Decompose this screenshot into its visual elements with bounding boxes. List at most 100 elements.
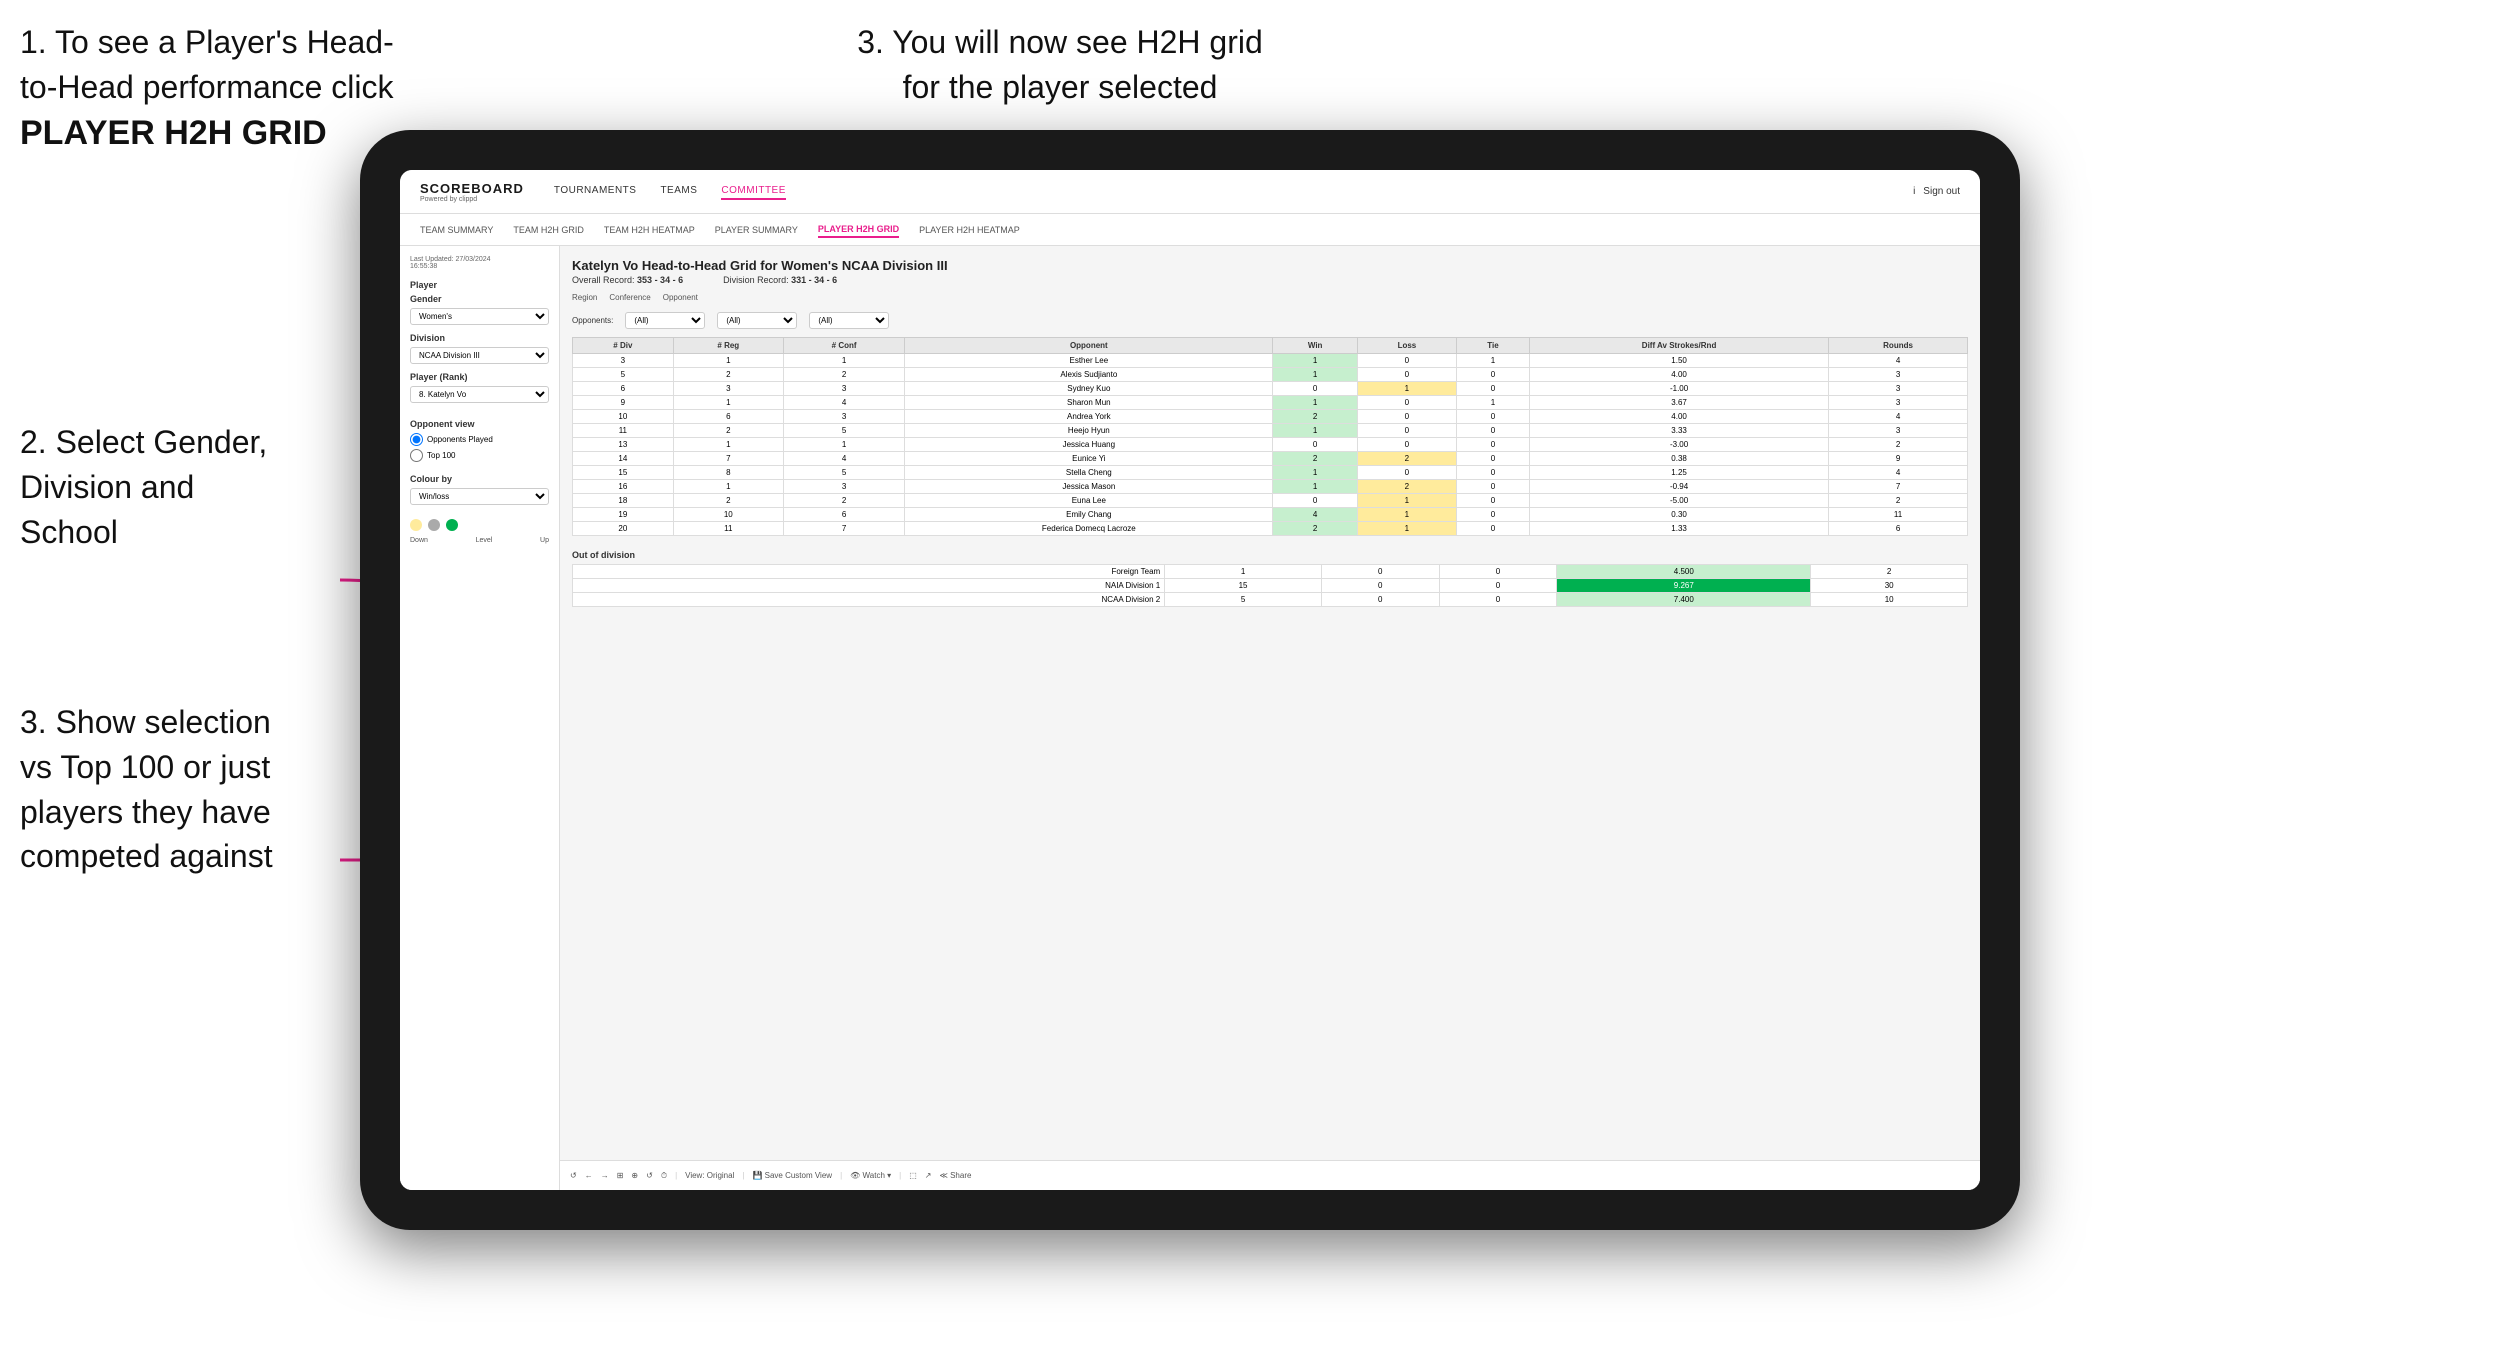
table-row: 0 xyxy=(1456,452,1529,466)
col-loss: Loss xyxy=(1357,338,1456,354)
toolbar-back[interactable]: ← xyxy=(585,1171,593,1180)
table-row: 2 xyxy=(1273,522,1357,536)
instruction-mid-left: 2. Select Gender, Division and School xyxy=(20,420,360,554)
list-item: 5 xyxy=(1165,593,1322,607)
sub-nav-team-h2h-heatmap[interactable]: TEAM H2H HEATMAP xyxy=(604,223,695,237)
table-row: 7 xyxy=(1829,480,1968,494)
toolbar-plus[interactable]: ⊕ xyxy=(631,1171,638,1180)
table-row: 19 xyxy=(573,508,674,522)
player-rank-select[interactable]: 8. Katelyn Vo xyxy=(410,386,549,403)
table-row: 0 xyxy=(1273,494,1357,508)
opponent-select[interactable]: (All) xyxy=(809,312,889,329)
sign-out-link[interactable]: Sign out xyxy=(1923,186,1960,197)
toolbar-refresh[interactable]: ↺ xyxy=(646,1171,653,1180)
toolbar-timer[interactable]: ⏱ xyxy=(661,1171,667,1181)
toolbar-save-custom[interactable]: 💾 Save Custom View xyxy=(752,1171,832,1180)
radio-top100[interactable]: Top 100 xyxy=(410,449,549,462)
table-row: 0 xyxy=(1456,438,1529,452)
division-record: Division Record: 331 - 34 - 6 xyxy=(723,275,837,285)
gender-select[interactable]: Women's Men's xyxy=(410,308,549,325)
col-div: # Div xyxy=(573,338,674,354)
nav-tournaments[interactable]: TOURNAMENTS xyxy=(554,183,637,200)
table-row: 1 xyxy=(1273,354,1357,368)
table-row: 4 xyxy=(783,396,904,410)
table-row: 1 xyxy=(673,396,783,410)
sub-nav-player-summary[interactable]: PLAYER SUMMARY xyxy=(715,223,798,237)
out-of-div-table: Foreign Team 1 0 0 4.500 2 NAIA Division… xyxy=(572,564,1968,607)
table-row: 4.00 xyxy=(1530,368,1829,382)
instruction-bot-left: 3. Show selection vs Top 100 or just pla… xyxy=(20,700,360,879)
nav-committee[interactable]: COMMITTEE xyxy=(721,183,786,200)
table-row: 0 xyxy=(1456,480,1529,494)
table-row: 3 xyxy=(1829,396,1968,410)
sub-nav-player-h2h-grid[interactable]: PLAYER H2H GRID xyxy=(818,222,899,238)
toolbar-grid[interactable]: ⊞ xyxy=(617,1171,624,1180)
table-row: 0.30 xyxy=(1530,508,1829,522)
table-row: 2 xyxy=(673,424,783,438)
table-row: 3 xyxy=(1829,382,1968,396)
division-select[interactable]: NCAA Division III NCAA Division I NCAA D… xyxy=(410,347,549,364)
table-row: 1.25 xyxy=(1530,466,1829,480)
table-row: 6 xyxy=(1829,522,1968,536)
list-item: 9.267 xyxy=(1557,579,1811,593)
toolbar-view-original[interactable]: View: Original xyxy=(685,1171,734,1180)
panel-timestamp: Last Updated: 27/03/2024 16:55:38 xyxy=(410,256,549,270)
table-row: 0 xyxy=(1273,438,1357,452)
table-row: 0 xyxy=(1456,466,1529,480)
region-filter-group: Region xyxy=(572,293,597,304)
colour-up-circle xyxy=(446,519,458,531)
list-item: 0 xyxy=(1439,565,1557,579)
toolbar-undo[interactable]: ↺ xyxy=(570,1171,577,1180)
logo-text: SCOREBOARD xyxy=(420,181,524,196)
list-item: Foreign Team xyxy=(573,565,1165,579)
table-row: 7 xyxy=(673,452,783,466)
out-of-div-label: Out of division xyxy=(572,550,1968,560)
table-row: 0 xyxy=(1357,354,1456,368)
toolbar-sep3: | xyxy=(840,1171,842,1180)
table-row: -5.00 xyxy=(1530,494,1829,508)
app-header: SCOREBOARD Powered by clippd TOURNAMENTS… xyxy=(400,170,1980,214)
toolbar-share[interactable]: ≪ Share xyxy=(939,1171,971,1180)
conference-select[interactable]: (All) xyxy=(717,312,797,329)
col-opponent: Opponent xyxy=(905,338,1273,354)
table-row: 1 xyxy=(1273,480,1357,494)
logo-sub: Powered by clippd xyxy=(420,196,524,203)
table-row: 0.38 xyxy=(1530,452,1829,466)
table-row: 0 xyxy=(1456,424,1529,438)
opponents-label: Opponents: xyxy=(572,316,613,325)
header-info-icon[interactable]: i xyxy=(1913,186,1915,197)
toolbar-sep1: | xyxy=(675,1171,677,1180)
radio-opponents-played[interactable]: Opponents Played xyxy=(410,433,549,446)
opponent-view-label: Opponent view xyxy=(410,419,549,429)
grid-title: Katelyn Vo Head-to-Head Grid for Women's… xyxy=(572,258,1968,273)
table-row: 1 xyxy=(1456,396,1529,410)
toolbar-watch[interactable]: 👁 Watch ▾ xyxy=(850,1171,891,1180)
table-row: Andrea York xyxy=(905,410,1273,424)
table-row: 6 xyxy=(573,382,674,396)
sub-nav-player-h2h-heatmap[interactable]: PLAYER H2H HEATMAP xyxy=(919,223,1020,237)
table-row: 2 xyxy=(673,494,783,508)
sub-nav-team-h2h-grid[interactable]: TEAM H2H GRID xyxy=(513,223,584,237)
sub-nav-team-summary[interactable]: TEAM SUMMARY xyxy=(420,223,493,237)
colour-select[interactable]: Win/loss xyxy=(410,488,549,505)
toolbar-share-arrow[interactable]: ↗ xyxy=(925,1171,932,1180)
toolbar-expand[interactable]: ⬚ xyxy=(909,1171,917,1180)
list-item: 7.400 xyxy=(1557,593,1811,607)
toolbar-forward[interactable]: → xyxy=(601,1171,609,1180)
table-row: 3.67 xyxy=(1530,396,1829,410)
table-row: 7 xyxy=(783,522,904,536)
nav-teams[interactable]: TEAMS xyxy=(660,183,697,200)
table-row: Sharon Mun xyxy=(905,396,1273,410)
col-reg: # Reg xyxy=(673,338,783,354)
opponents-select[interactable]: (All) xyxy=(625,312,705,329)
table-row: 4 xyxy=(783,452,904,466)
table-row: 0 xyxy=(1357,424,1456,438)
table-row: 3 xyxy=(573,354,674,368)
colour-circles xyxy=(410,519,549,531)
table-row: 0 xyxy=(1456,494,1529,508)
table-row: Heejo Hyun xyxy=(905,424,1273,438)
table-row: Alexis Sudjianto xyxy=(905,368,1273,382)
colour-level-circle xyxy=(428,519,440,531)
table-row: 14 xyxy=(573,452,674,466)
table-row: 5 xyxy=(573,368,674,382)
